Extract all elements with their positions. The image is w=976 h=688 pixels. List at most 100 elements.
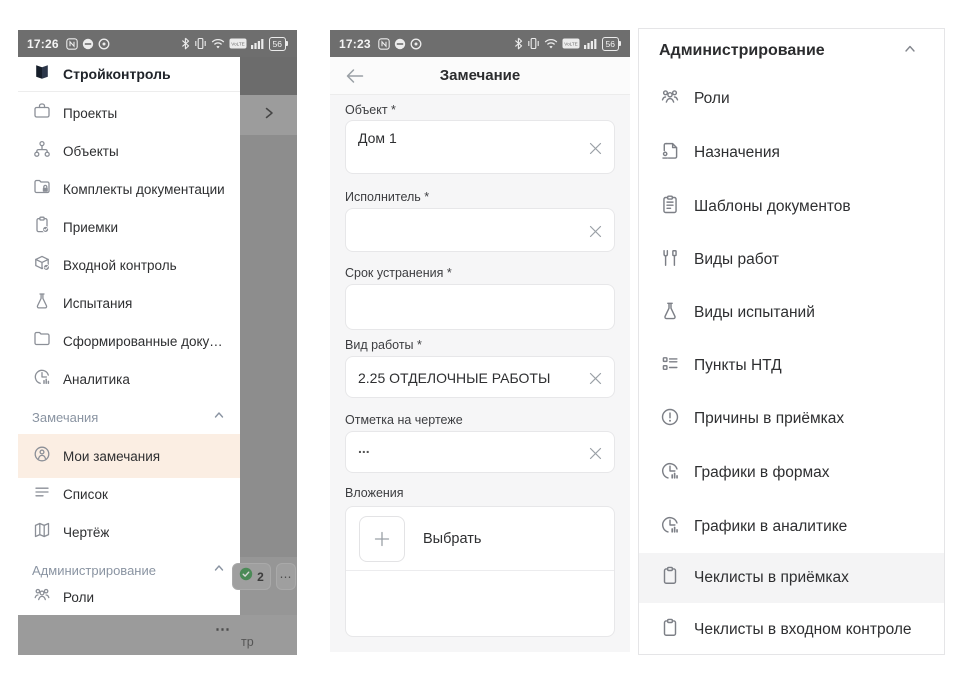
add-attachment-button[interactable]	[359, 516, 405, 562]
sidebar-item-tests[interactable]: Испытания	[18, 284, 240, 322]
do-not-disturb-icon	[394, 38, 406, 50]
chevron-up-icon	[212, 408, 226, 427]
nav-drawer: Стройконтроль Проекты Объекты Комплекты …	[18, 57, 240, 615]
people-icon	[32, 585, 52, 610]
document-template-icon	[659, 194, 681, 221]
volte-icon: VoLTE	[229, 38, 247, 49]
field-label-deadline: Срок устранения *	[345, 266, 452, 280]
work-type-value: 2.25 ОТДЕЛОЧНЫЕ РАБОТЫ	[358, 370, 550, 386]
volte-icon: VoLTE	[562, 38, 580, 49]
clear-icon[interactable]	[588, 224, 603, 239]
page: 17:26 VoLTE 56 Стройконтроль Прое	[0, 0, 976, 688]
dimmed-more-chip: ⋯	[276, 563, 296, 590]
work-type-field[interactable]: 2.25 ОТДЕЛОЧНЫЕ РАБОТЫ	[345, 356, 615, 398]
box-check-icon	[32, 253, 52, 278]
nfc-icon	[66, 38, 78, 50]
chevron-up-icon	[902, 41, 918, 62]
flask-icon	[32, 291, 52, 316]
dimmed-card-row	[240, 95, 297, 135]
sidebar-item-projects[interactable]: Проекты	[18, 94, 240, 132]
clipboard-icon	[659, 617, 681, 644]
ring-icon	[410, 38, 422, 50]
mark-value: ...	[358, 440, 370, 456]
clear-icon[interactable]	[588, 446, 603, 461]
admin-section-header[interactable]: Администрирование	[639, 29, 944, 73]
admin-item-charts-in-analytics[interactable]: Графики в аналитике	[639, 500, 944, 554]
executor-field[interactable]	[345, 208, 615, 252]
tools-icon	[659, 247, 681, 274]
clipboard-check-icon	[32, 215, 52, 240]
admin-item-acceptance-reasons[interactable]: Причины в приёмках	[639, 392, 944, 446]
field-label-executor: Исполнитель *	[345, 190, 429, 204]
object-field[interactable]: Дом 1	[345, 120, 615, 174]
user-badge-icon	[32, 444, 52, 469]
vibrate-icon	[194, 37, 207, 50]
admin-item-roles[interactable]: Роли	[639, 72, 944, 126]
attachments-card: Выбрать	[345, 506, 615, 637]
clear-icon[interactable]	[588, 141, 603, 156]
app-title: Стройконтроль	[63, 66, 171, 82]
analytics-icon	[659, 460, 681, 487]
wifi-icon	[211, 38, 225, 49]
section-notes[interactable]: Замечания	[18, 398, 240, 436]
bluetooth-icon	[514, 37, 523, 50]
admin-item-doc-templates[interactable]: Шаблоны документов	[639, 180, 944, 234]
chevron-right-icon	[261, 105, 277, 126]
svg-text:VoLTE: VoLTE	[231, 42, 244, 47]
admin-item-assignments[interactable]: Назначения	[639, 126, 944, 180]
partial-text: тр	[241, 635, 254, 649]
svg-text:VoLTE: VoLTE	[564, 42, 577, 47]
sidebar-item-objects[interactable]: Объекты	[18, 132, 240, 170]
folder-icon	[32, 329, 52, 354]
do-not-disturb-icon	[82, 38, 94, 50]
admin-item-work-types[interactable]: Виды работ	[639, 233, 944, 287]
vibrate-icon	[527, 37, 540, 50]
signal-icon	[251, 38, 265, 49]
app-logo-icon	[32, 62, 52, 87]
sidebar-item-drawing[interactable]: Чертёж	[18, 513, 240, 551]
back-arrow-icon[interactable]	[344, 66, 366, 86]
app-header: Стройконтроль	[18, 57, 240, 92]
deadline-field[interactable]	[345, 284, 615, 330]
form-header: Замечание	[330, 57, 630, 95]
left-screenshot: 17:26 VoLTE 56 Стройконтроль Прое	[18, 30, 297, 655]
sidebar-item-incoming-control[interactable]: Входной контроль	[18, 246, 240, 284]
background-content-strip: ⋯ тр	[18, 615, 297, 655]
assignment-stamp-icon	[659, 140, 681, 167]
checklist-squares-icon	[659, 353, 681, 380]
middle-status-bar: 17:23 VoLTE 56	[330, 30, 630, 57]
folder-lock-icon	[32, 177, 52, 202]
bluetooth-icon	[181, 37, 190, 50]
admin-item-checklists-incoming[interactable]: Чеклисты в входном контроле	[639, 603, 944, 655]
sidebar-item-list[interactable]: Список	[18, 475, 240, 513]
people-icon	[659, 86, 681, 113]
mark-on-drawing-field[interactable]: ...	[345, 431, 615, 473]
admin-item-ntd-points[interactable]: Пункты НТД	[639, 339, 944, 393]
sidebar-item-generated-docs[interactable]: Сформированные докуме…	[18, 322, 240, 360]
clear-icon[interactable]	[588, 371, 603, 386]
sidebar-item-roles[interactable]: Роли	[18, 578, 240, 615]
dimmed-count-chip: 2	[232, 563, 271, 590]
ring-icon	[98, 38, 110, 50]
left-status-bar: 17:26 VoLTE 56	[18, 30, 297, 57]
status-time: 17:23	[339, 37, 371, 51]
attachment-choose-row[interactable]: Выбрать	[346, 507, 614, 571]
admin-item-checklists-acceptances[interactable]: Чеклисты в приёмках	[639, 551, 944, 605]
analytics-icon	[659, 514, 681, 541]
object-value: Дом 1	[358, 130, 397, 146]
admin-item-test-types[interactable]: Виды испытаний	[639, 286, 944, 340]
admin-item-charts-in-forms[interactable]: Графики в формах	[639, 446, 944, 500]
sidebar-item-acceptances[interactable]: Приемки	[18, 208, 240, 246]
chevron-up-icon	[212, 561, 226, 580]
analytics-icon	[32, 367, 52, 392]
sidebar-item-my-remarks[interactable]: Мои замечания	[18, 437, 240, 475]
map-icon	[32, 520, 52, 545]
check-circle-icon	[239, 567, 253, 586]
hierarchy-icon	[32, 139, 52, 164]
sidebar-item-analytics[interactable]: Аналитика	[18, 360, 240, 398]
sidebar-item-doc-sets[interactable]: Комплекты документации	[18, 170, 240, 208]
dim-overlay: 2 ⋯	[240, 57, 297, 615]
choose-button-label: Выбрать	[423, 531, 481, 547]
clipboard-icon	[659, 565, 681, 592]
field-label-object: Объект *	[345, 103, 396, 117]
